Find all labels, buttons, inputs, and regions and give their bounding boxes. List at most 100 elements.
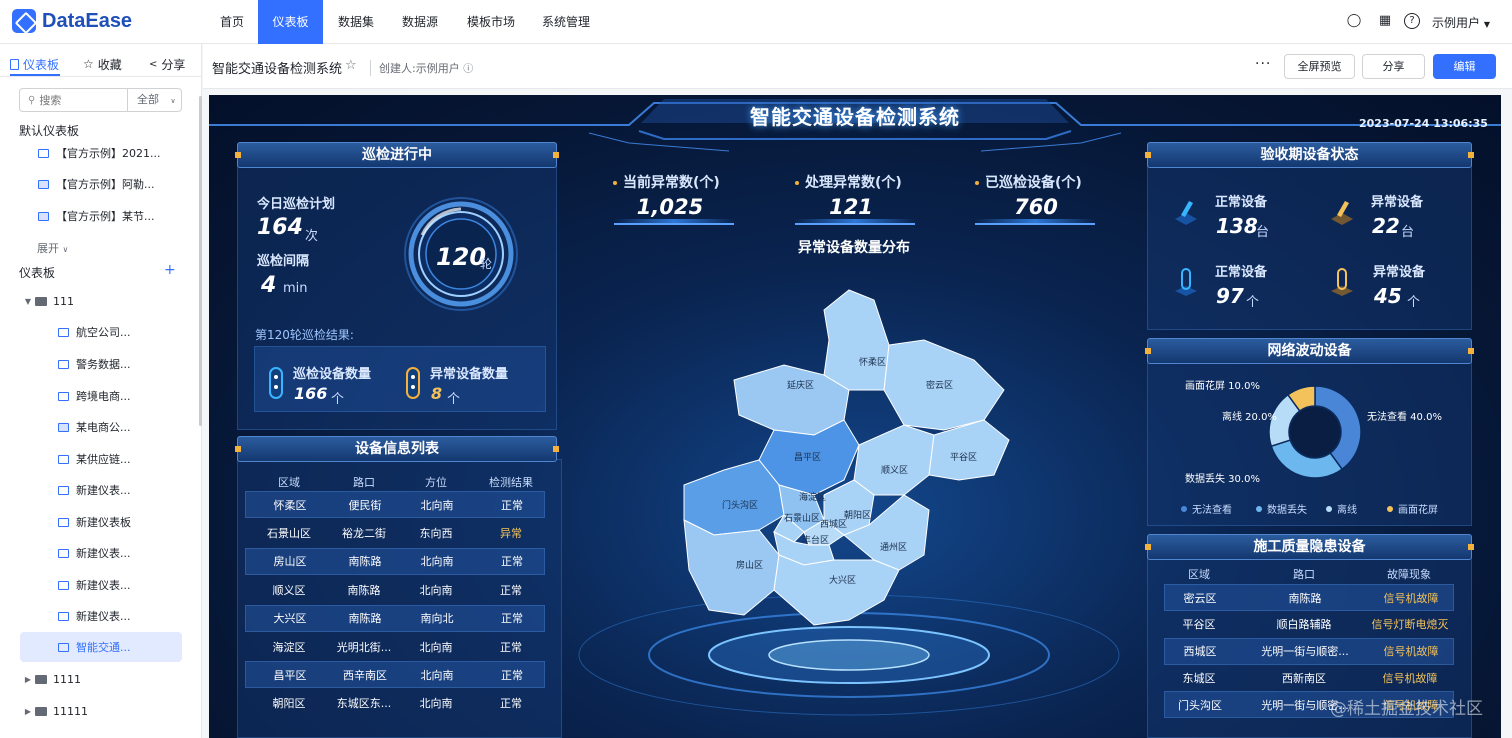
edit-button[interactable]: 编辑 (1433, 54, 1496, 79)
table-cell: 信号灯断电熄灭 (1371, 618, 1449, 632)
nav-tab-template-market[interactable]: 模板市场 (456, 0, 526, 44)
tree-item-default-2[interactable]: 【官方示例】阿勒... (0, 172, 200, 196)
share-icon: < (149, 58, 158, 70)
tree-folder-111[interactable]: ▼ 111 (0, 289, 200, 313)
district-label: 石景山区 (784, 513, 820, 524)
map-title: 异常设备数量分布 (798, 240, 910, 256)
sidebar-tab-favorites[interactable]: ☆ 收藏 (83, 52, 122, 76)
status-value: 97 (1216, 284, 1244, 308)
kpi-label: 处理异常数(个) (795, 172, 902, 192)
district-label: 怀柔区 (859, 356, 886, 368)
folder-icon (35, 296, 47, 306)
tree-item-label: 航空公司... (76, 326, 131, 339)
status-value: 22 (1372, 214, 1400, 238)
tree-item-label: 新建仪表板 (76, 516, 131, 529)
search-scope-value: 全部 (137, 93, 159, 106)
district-label: 门头沟区 (722, 499, 758, 511)
kpi-label-text: 已巡检设备(个) (985, 175, 1082, 191)
nav-tab-datasource[interactable]: 数据源 (390, 0, 450, 44)
legend-item[interactable]: 画面花屏 (1387, 501, 1438, 516)
tree-item-label: 新建仪表... (76, 579, 131, 592)
creator-label: 创建人:示例用户 (379, 62, 460, 75)
tree-item-default-1[interactable]: 【官方示例】2021... (0, 141, 200, 165)
abnormal-device-icon (1331, 201, 1353, 225)
language-icon[interactable]: ▦ (1377, 13, 1393, 29)
user-menu[interactable]: 示例用户 ▼ (1432, 14, 1490, 31)
table-cell: 信号机故障 (1382, 671, 1438, 685)
share-button[interactable]: 分享 (1362, 54, 1425, 79)
folder-icon (35, 706, 47, 716)
table-cell: 北向南 (420, 668, 454, 682)
search-input[interactable] (39, 93, 110, 107)
nav-tab-system-settings[interactable]: 系统管理 (531, 0, 601, 44)
tree-item-label: 新建仪表... (76, 610, 131, 623)
tree-item[interactable]: 新建仪表... (0, 541, 200, 565)
device-table-row: 石景山区 裕龙二街 东向西 异常 (245, 519, 545, 546)
table-cell: 顺白路辅路 (1276, 618, 1332, 632)
table-cell: 正常 (501, 612, 523, 626)
status-value: 45 (1374, 284, 1402, 308)
legend-item[interactable]: 无法查看 (1181, 501, 1232, 516)
interval-unit: min (283, 281, 308, 296)
dashboard-icon (58, 580, 69, 590)
legend-dot (1181, 505, 1187, 512)
tree-folder-11111[interactable]: ▶ 11111 (0, 699, 200, 723)
tree-item[interactable]: 新建仪表板 (0, 510, 200, 534)
device-table-row: 怀柔区 便民街 北向南 正常 (245, 491, 545, 518)
sidebar-scrollbar[interactable] (199, 96, 202, 426)
status-label: 正常设备 (1215, 265, 1268, 280)
nav-tab-home[interactable]: 首页 (207, 0, 257, 44)
network-donut-chart (1268, 385, 1362, 479)
district-label: 房山区 (736, 559, 763, 571)
checked-devices-label: 巡检设备数量 (293, 367, 372, 382)
district-label: 朝阳区 (844, 510, 871, 521)
nav-tab-dashboard[interactable]: 仪表板 (258, 0, 323, 44)
normal-signal-icon (1175, 268, 1197, 296)
sidebar-tab-dashboards[interactable]: 仪表板 (10, 52, 59, 76)
tree-item-label: 警务数据... (76, 358, 131, 371)
table-cell: 正常 (500, 697, 522, 711)
expand-toggle[interactable]: 展开 ∨ (37, 240, 68, 256)
legend-item[interactable]: 数据丢失 (1256, 501, 1307, 516)
status-unit: 个 (1246, 295, 1260, 310)
tree-item[interactable]: 新建仪表... (0, 478, 200, 502)
legend-dot (1256, 505, 1262, 512)
dashboard-icon (58, 642, 69, 652)
status-value: 138 (1216, 214, 1258, 238)
search-icon: ⚲ (28, 94, 36, 106)
legend-item[interactable]: 离线 (1326, 501, 1357, 516)
sidebar-tab-shared[interactable]: < 分享 (149, 52, 185, 76)
tree-item-active[interactable]: 智能交通... (20, 632, 182, 662)
legend-label: 无法查看 (1192, 505, 1232, 516)
add-dashboard-button[interactable]: + (164, 262, 176, 278)
help-icon[interactable]: ? (1404, 13, 1420, 29)
more-button[interactable]: ··· (1255, 56, 1271, 72)
tree-item[interactable]: 航空公司... (0, 320, 200, 344)
info-icon[interactable]: ⓘ (463, 64, 473, 75)
tree-item-label: 1111 (53, 672, 81, 686)
notification-icon[interactable]: ◯ (1346, 13, 1362, 29)
table-cell: 正常 (501, 498, 523, 512)
logo[interactable]: DataEase (12, 9, 132, 33)
tree-item[interactable]: 某电商公... (0, 415, 200, 439)
table-cell: 西辛南区 (343, 668, 387, 682)
table-cell: 正常 (501, 555, 523, 569)
district-label: 延庆区 (787, 379, 814, 391)
table-cell: 信号机故障 (1383, 591, 1439, 605)
tree-folder-1111[interactable]: ▶ 1111 (0, 667, 200, 691)
favorite-star-icon[interactable]: ☆ (345, 58, 357, 73)
tree-item[interactable]: 某供应链... (0, 447, 200, 471)
kpi-label-text: 处理异常数(个) (805, 175, 902, 191)
fullscreen-preview-button[interactable]: 全屏预览 (1284, 54, 1355, 79)
tree-item[interactable]: 新建仪表... (0, 604, 200, 628)
dashboard-icon (58, 359, 69, 369)
tree-item-default-3[interactable]: 【官方示例】某节... (0, 204, 200, 228)
dashboard-icon (38, 148, 49, 158)
nav-tab-dataset[interactable]: 数据集 (326, 0, 386, 44)
tree-item[interactable]: 跨境电商... (0, 384, 200, 408)
tree-item[interactable]: 新建仪表... (0, 573, 200, 597)
table-cell: 海淀区 (272, 640, 306, 654)
tree-item[interactable]: 警务数据... (0, 352, 200, 376)
network-panel-title: 网络波动设备 (1145, 338, 1474, 364)
search-scope-select[interactable]: 全部 ∨ (127, 88, 182, 112)
